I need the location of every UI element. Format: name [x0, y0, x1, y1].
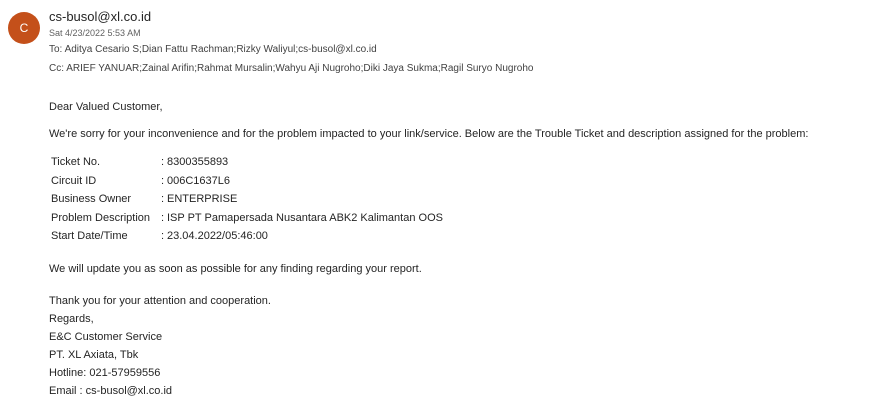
ticket-label: Problem Description — [51, 211, 151, 224]
ticket-value: ENTERPRISE — [167, 193, 238, 205]
ticket-details-table: Ticket No. : 8300355893 Circuit ID : 006… — [51, 153, 443, 246]
ticket-value: 23.04.2022/05:46:00 — [167, 230, 268, 242]
table-row: Start Date/Time : 23.04.2022/05:46:00 — [51, 227, 443, 246]
to-recipients[interactable]: Aditya Cesario S;Dian Fattu Rachman;Rizk… — [65, 44, 377, 55]
cc-label: Cc: — [49, 63, 64, 74]
sender-avatar[interactable]: C — [8, 12, 40, 44]
table-row: Ticket No. : 8300355893 — [51, 153, 443, 172]
sent-date: Sat 4/23/2022 5:53 AM — [49, 28, 141, 38]
ticket-label: Circuit ID — [51, 174, 97, 187]
sender-address[interactable]: cs-busol@xl.co.id — [49, 9, 151, 24]
ticket-value: 8300355893 — [167, 156, 229, 168]
to-label: To: — [49, 44, 63, 55]
intro-paragraph: We're sorry for your inconvenience and f… — [49, 128, 809, 140]
cc-line: Cc: ARIEF YANUAR;Zainal Arifin;Rahmat Mu… — [49, 63, 533, 74]
table-row: Circuit ID : 006C1637L6 — [51, 172, 443, 191]
table-row: Business Owner : ENTERPRISE — [51, 190, 443, 209]
update-paragraph: We will update you as soon as possible f… — [49, 262, 422, 275]
signature-company: PT. XL Axiata, Tbk — [49, 348, 139, 361]
message-header: C cs-busol@xl.co.id Sat 4/23/2022 5:53 A… — [0, 0, 894, 90]
cc-recipients[interactable]: ARIEF YANUAR;Zainal Arifin;Rahmat Mursal… — [66, 63, 533, 74]
ticket-label: Start Date/Time — [51, 230, 128, 242]
signature-hotline: Hotline: 021-57959556 — [49, 366, 161, 379]
thanks-line: Thank you for your attention and coopera… — [49, 294, 271, 307]
message-body: Dear Valued Customer, We're sorry for yo… — [49, 98, 889, 400]
greeting: Dear Valued Customer, — [49, 101, 163, 113]
ticket-label: Ticket No. — [51, 156, 101, 168]
ticket-value: 006C1637L6 — [167, 174, 231, 187]
signature-team: E&C Customer Service — [49, 330, 163, 343]
signature-regards: Regards, — [49, 312, 94, 325]
table-row: Problem Description : ISP PT Pamapersada… — [51, 209, 443, 228]
to-line: To: Aditya Cesario S;Dian Fattu Rachman;… — [49, 44, 377, 55]
ticket-value: ISP PT Pamapersada Nusantara ABK2 Kalima… — [167, 211, 443, 224]
ticket-label: Business Owner — [51, 193, 132, 205]
signature-email: Email : cs-busol@xl.co.id — [49, 384, 173, 397]
